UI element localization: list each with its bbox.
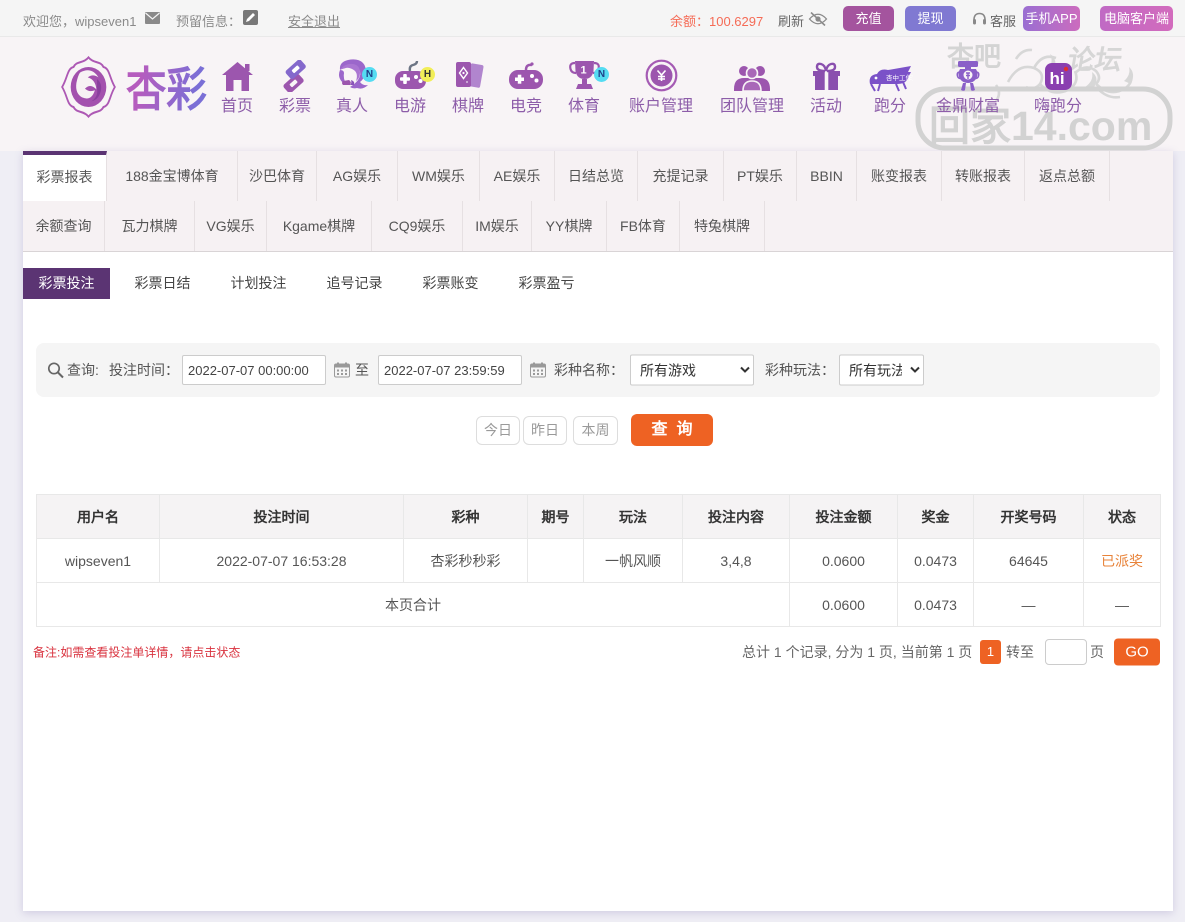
svg-text:1: 1 [580, 65, 586, 77]
svg-text:杏中工作室: 杏中工作室 [886, 73, 913, 82]
svg-text:hi: hi [1049, 69, 1064, 88]
